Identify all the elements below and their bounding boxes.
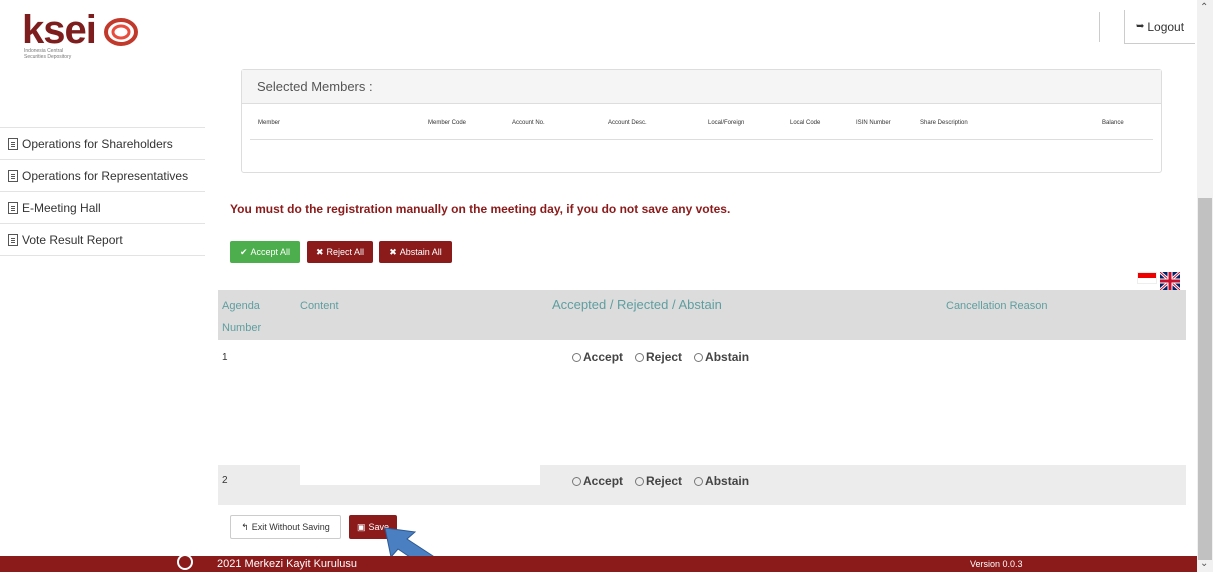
reject-all-label: Reject All [326, 247, 365, 257]
radio-circle-icon [572, 352, 581, 362]
document-icon [8, 233, 18, 246]
document-icon [8, 201, 18, 214]
abstain-all-button[interactable]: ✖ Abstain All [379, 241, 452, 263]
reject-label: Reject [646, 474, 683, 488]
radio-circle-icon [694, 352, 704, 362]
abstain-radio[interactable]: Abstain [694, 474, 749, 488]
cancellation-header: Cancellation Reason [946, 300, 1048, 312]
radio-circle-icon [635, 476, 645, 486]
accept-all-button[interactable]: ✔ Accept All [230, 241, 300, 263]
reject-label: Reject [646, 350, 683, 364]
agenda-row: 1 Accept Reject Abstain [218, 340, 1186, 465]
sidebar-item-operations-shareholders[interactable]: Operations for Shareholders [0, 128, 205, 160]
members-table-header: Member Member Code Account No. Account D… [250, 104, 1153, 140]
sidebar-item-label: Operations for Shareholders [22, 136, 173, 151]
logout-icon: ➥ [1135, 21, 1145, 32]
vote-options: Accept Reject Abstain [572, 474, 749, 488]
sidebar: Operations for Shareholders Operations f… [0, 64, 205, 264]
column-header: Balance [1102, 120, 1124, 126]
abstain-label: Abstain [705, 350, 750, 364]
vote-options: Accept Reject Abstain [572, 350, 749, 364]
agenda-table: Agenda Number Content Accepted / Rejecte… [218, 290, 1186, 505]
agenda-table-header: Agenda Number Content Accepted / Rejecte… [218, 290, 1186, 340]
radio-circle-icon [635, 352, 645, 362]
exit-without-saving-button[interactable]: ↰ Exit Without Saving [230, 515, 341, 539]
abstain-label: Abstain [705, 474, 750, 488]
sidebar-spacer [0, 64, 205, 128]
page-scrollbar[interactable]: ⌃ ⌄ [1197, 0, 1213, 572]
logo-subtitle: Indonesia Central Securities Depository [24, 48, 72, 60]
sidebar-item-label: Operations for Representatives [22, 168, 189, 183]
content-header: Content [300, 300, 339, 312]
document-icon [8, 169, 18, 182]
footer-version: Version 0.0.3 [970, 559, 1023, 569]
registration-warning: You must do the registration manually on… [230, 202, 731, 216]
footer-logo-icon [177, 554, 193, 570]
logo-text: ksei [22, 8, 97, 52]
footer: 2021 Merkezi Kayit Kurulusu Version 0.0.… [0, 554, 1197, 572]
footer-copyright: 2021 Merkezi Kayit Kurulusu [217, 558, 358, 570]
sidebar-item-vote-result-report[interactable]: Vote Result Report [0, 224, 205, 256]
selected-members-panel: Selected Members : Member Member Code Ac… [241, 69, 1162, 173]
agenda-content [300, 465, 540, 485]
column-header: Member Code [428, 120, 467, 126]
column-header: Local Code [790, 120, 821, 126]
document-icon [8, 137, 18, 150]
radio-circle-icon [572, 476, 581, 486]
column-header: Member [258, 120, 281, 126]
check-icon: ✔ [239, 246, 248, 257]
reject-all-button[interactable]: ✖ Reject All [307, 241, 373, 263]
selected-members-title: Selected Members : [242, 70, 1161, 104]
column-header: Share Description [920, 120, 968, 126]
agenda-content [300, 340, 540, 465]
header-divider [1099, 12, 1100, 42]
reject-radio[interactable]: Reject [635, 350, 682, 364]
decision-header: Accepted / Rejected / Abstain [552, 297, 722, 312]
sidebar-item-label: E-Meeting Hall [22, 200, 101, 215]
scroll-thumb[interactable] [1198, 198, 1212, 560]
accept-radio[interactable]: Accept [572, 350, 623, 364]
uk-flag-icon[interactable] [1160, 272, 1180, 290]
column-header: Account No. [512, 120, 545, 126]
agenda-number: 2 [222, 475, 228, 486]
column-header: Local/Foreign [708, 120, 745, 126]
logout-button[interactable]: ➥ Logout [1124, 10, 1195, 44]
reject-radio[interactable]: Reject [635, 474, 682, 488]
accept-radio[interactable]: Accept [572, 474, 623, 488]
abstain-all-label: Abstain All [399, 247, 442, 257]
logout-label: Logout [1147, 19, 1185, 34]
abstain-radio[interactable]: Abstain [694, 350, 749, 364]
indonesian-flag-icon[interactable] [1137, 272, 1157, 284]
accept-all-label: Accept All [250, 247, 291, 257]
agenda-number: 1 [222, 352, 228, 363]
x-icon: ✖ [315, 246, 324, 257]
number-header: Number [222, 322, 262, 334]
agenda-row: 2 Accept Reject Abstain [218, 465, 1186, 505]
x-icon: ✖ [389, 246, 397, 257]
column-header: ISIN Number [856, 120, 891, 126]
column-header: Account Desc. [608, 120, 647, 126]
radio-circle-icon [694, 476, 704, 486]
accept-label: Accept [583, 350, 624, 364]
sidebar-item-operations-representatives[interactable]: Operations for Representatives [0, 160, 205, 192]
scroll-down-icon[interactable]: ⌄ [1200, 558, 1208, 569]
exit-label: Exit Without Saving [251, 522, 330, 532]
scroll-up-icon[interactable]: ⌃ [1200, 2, 1208, 13]
accept-label: Accept [583, 474, 624, 488]
floppy-icon: ▣ [356, 521, 366, 532]
sidebar-item-label: Vote Result Report [22, 232, 123, 247]
back-arrow-icon: ↰ [241, 521, 249, 532]
ksei-logo[interactable]: ksei Indonesia Central Securities Deposi… [22, 8, 162, 60]
agenda-header: Agenda [222, 300, 260, 312]
logo-ring-icon [104, 18, 138, 46]
sidebar-item-emeeting-hall[interactable]: E-Meeting Hall [0, 192, 205, 224]
header-blank-field [963, 16, 1099, 46]
